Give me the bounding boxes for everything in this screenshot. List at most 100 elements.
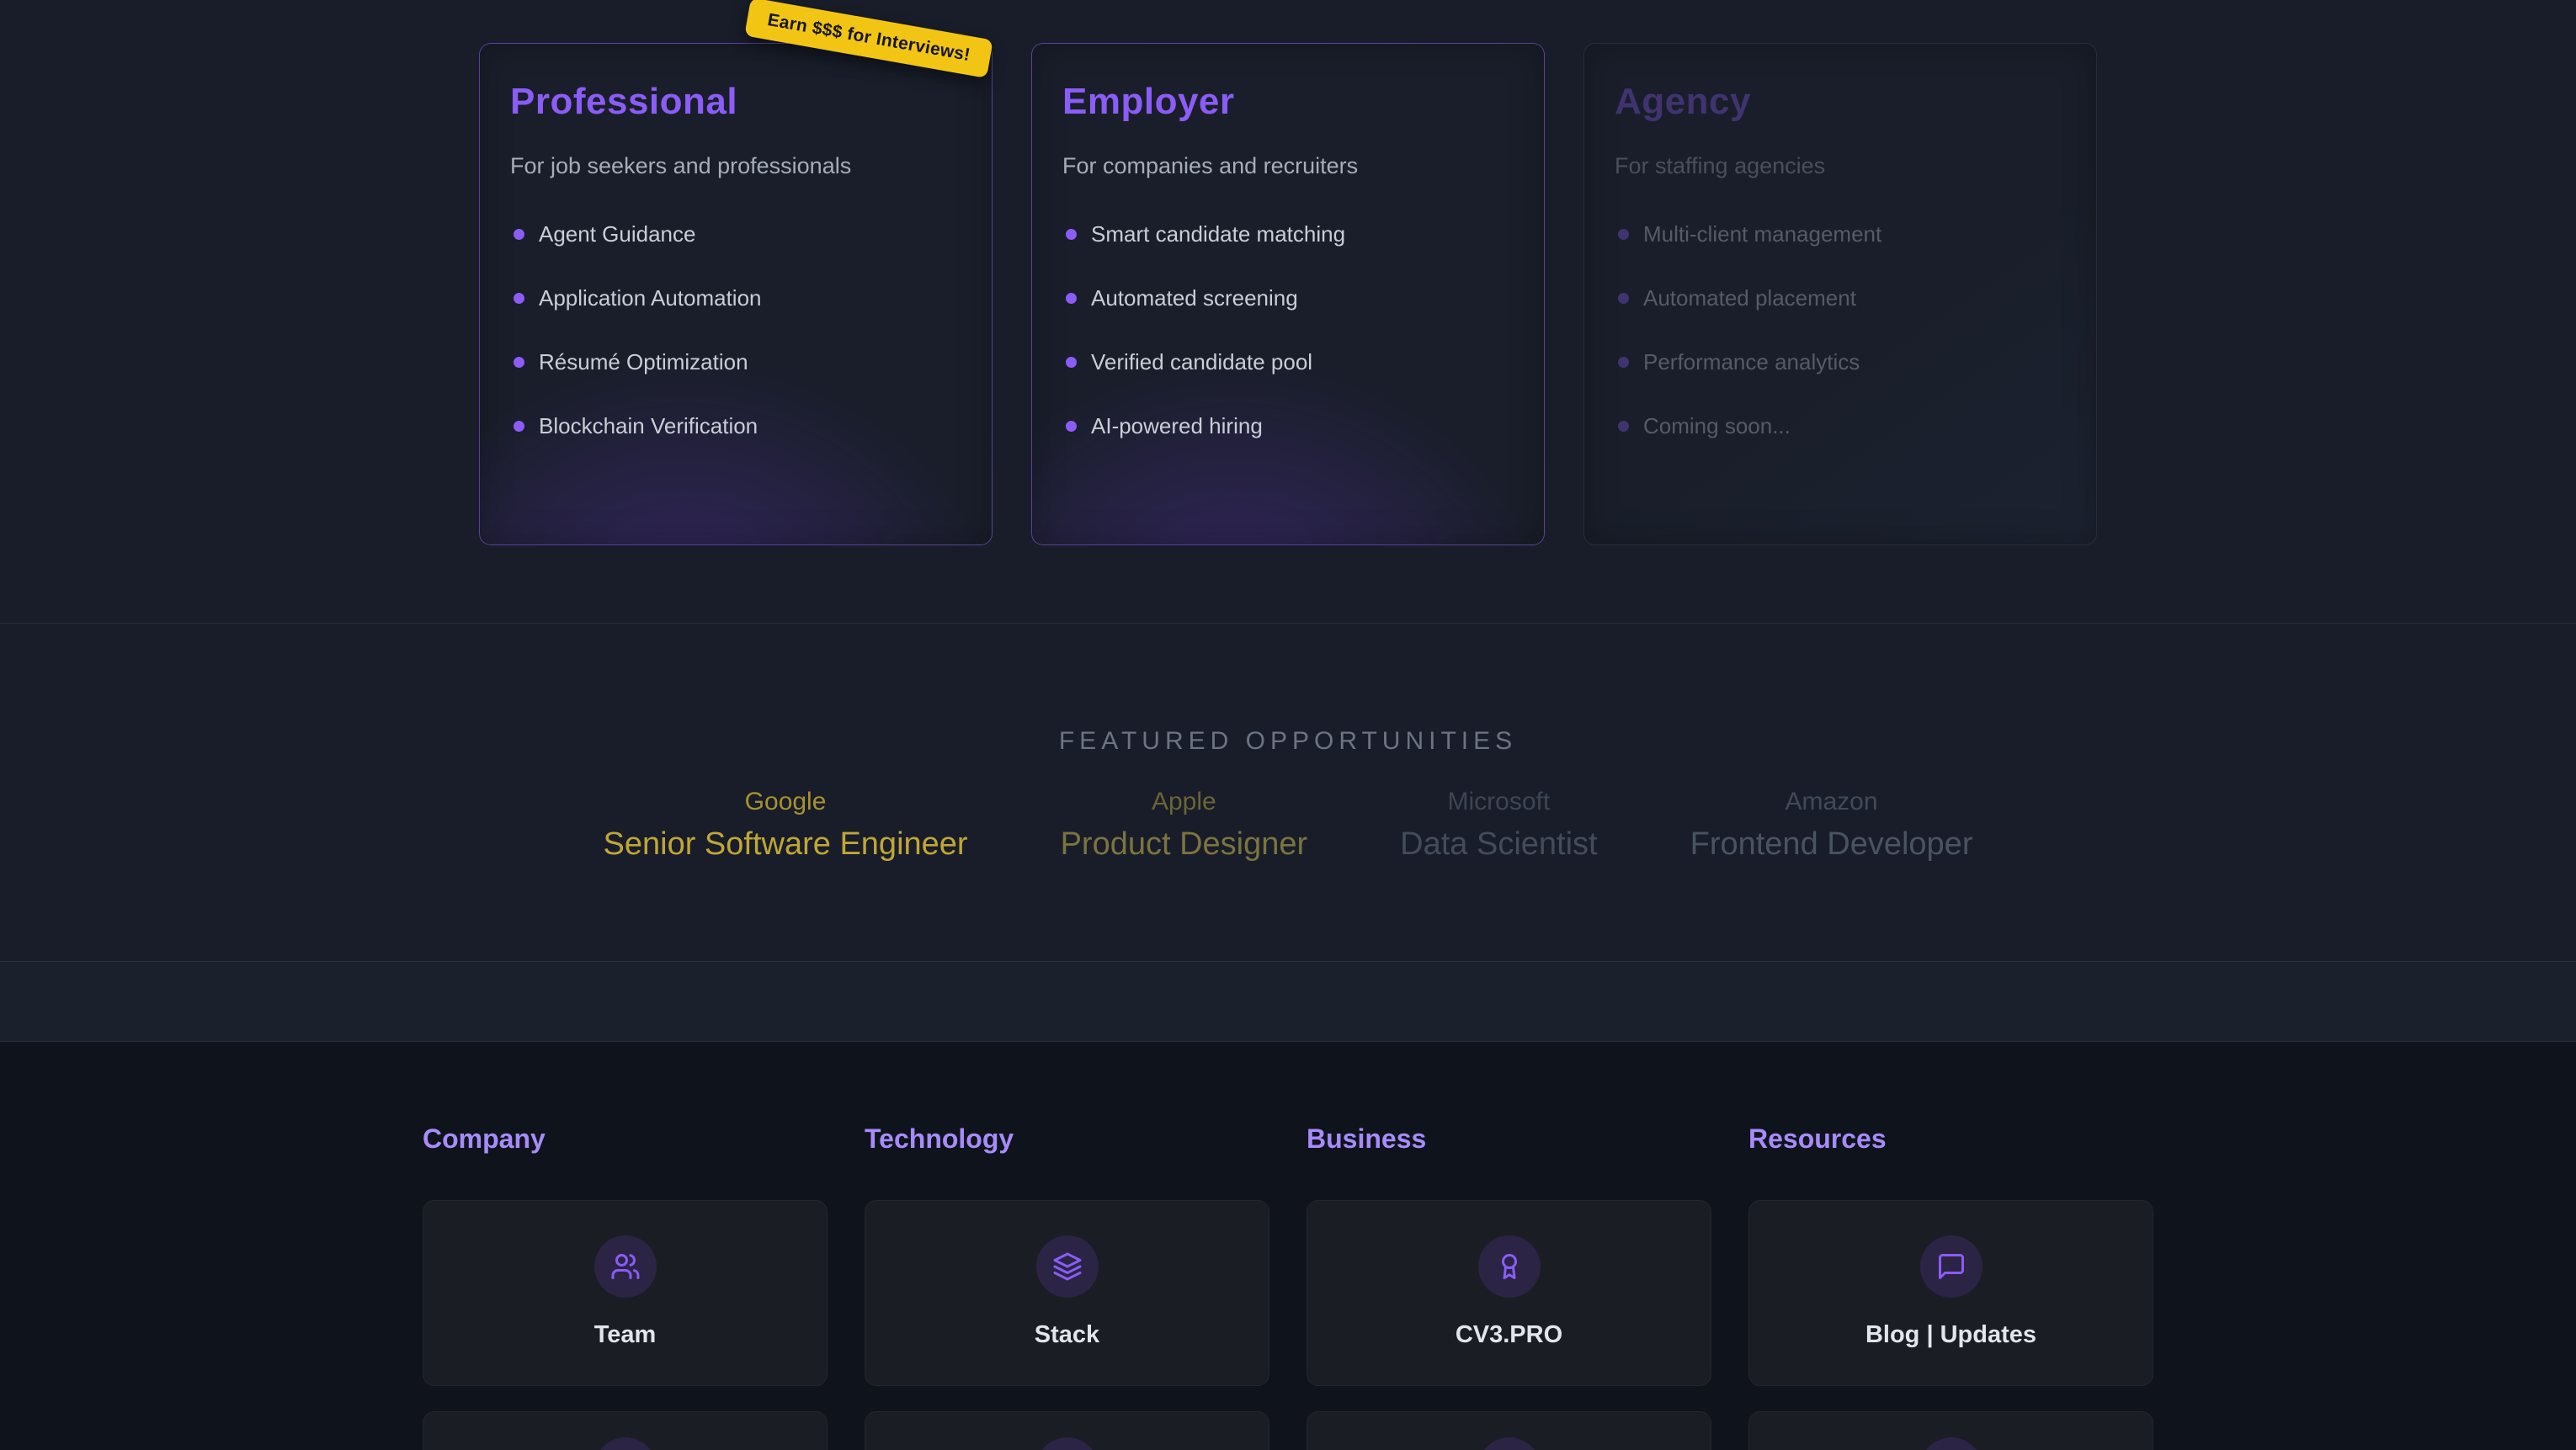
job-title: Product Designer bbox=[1061, 826, 1308, 863]
featured-opportunities-section: FEATURED OPPORTUNITIES Google Senior Soft… bbox=[0, 623, 2576, 962]
plan-feature-label: Automated placement bbox=[1643, 285, 1856, 311]
plan-feature-list: Agent Guidance Application Automation Résu… bbox=[510, 221, 961, 439]
footer-tile-partial[interactable] bbox=[1748, 1411, 2153, 1450]
tile-icon-circle bbox=[594, 1235, 657, 1298]
featured-job-apple[interactable]: Apple Product Designer bbox=[1061, 788, 1308, 863]
award-icon bbox=[1494, 1251, 1525, 1282]
plan-feature-label: Multi-client management bbox=[1643, 221, 1881, 247]
bullet-dot-icon bbox=[1618, 229, 1629, 240]
footer-column-resources: Resources Blog | Updates bbox=[1748, 1123, 2153, 1450]
bullet-dot-icon bbox=[1066, 421, 1077, 432]
plan-feature-list: Multi-client management Automated placeme… bbox=[1615, 221, 2066, 439]
plan-feature-item: Performance analytics bbox=[1618, 349, 2066, 375]
plan-feature-list: Smart candidate matching Automated screen… bbox=[1062, 221, 1514, 439]
section-spacer bbox=[0, 962, 2576, 1042]
footer: CompanyTeam Technology Stack Business CV3.PR… bbox=[0, 1042, 2576, 1450]
bullet-dot-icon bbox=[514, 293, 524, 304]
featured-job-amazon[interactable]: Amazon Frontend Developer bbox=[1690, 788, 1973, 863]
tile-icon-circle bbox=[1920, 1437, 1983, 1450]
bullet-dot-icon bbox=[514, 421, 524, 432]
bullet-dot-icon bbox=[1618, 293, 1629, 304]
job-title: Senior Software Engineer bbox=[604, 826, 968, 863]
plans-row: Professional For job seekers and professi… bbox=[0, 43, 2576, 545]
job-company-name: Amazon bbox=[1690, 788, 1973, 816]
plan-card-content: Employer For companies and recruiters Smar… bbox=[1062, 81, 1514, 544]
job-title: Frontend Developer bbox=[1690, 826, 1973, 863]
pricing-landing-page: Earn $$$ for Interviews! ProfessionalFor… bbox=[0, 0, 2576, 1450]
plan-feature-item: Blockchain Verification bbox=[514, 413, 961, 439]
footer-column-business: Business CV3.PRO bbox=[1307, 1123, 1711, 1450]
bullet-dot-icon bbox=[1618, 357, 1629, 368]
plan-feature-label: Application Automation bbox=[539, 285, 762, 311]
users-icon bbox=[610, 1251, 641, 1282]
bullet-dot-icon bbox=[1066, 229, 1077, 240]
footer-grid: CompanyTeam Technology Stack Business CV3.PR… bbox=[423, 1042, 2153, 1450]
plan-feature-item: Agent Guidance bbox=[514, 221, 961, 247]
footer-column-heading: Resources bbox=[1748, 1123, 2153, 1155]
plan-feature-item: Automated screening bbox=[1066, 285, 1514, 311]
plan-title: Employer bbox=[1062, 81, 1514, 123]
plan-card-professional: Professional For job seekers and professi… bbox=[479, 43, 993, 545]
footer-column-company: CompanyTeam bbox=[423, 1123, 828, 1450]
bullet-dot-icon bbox=[514, 229, 524, 240]
plan-feature-item: AI-powered hiring bbox=[1066, 413, 1514, 439]
job-company-name: Microsoft bbox=[1400, 788, 1597, 816]
layers-icon bbox=[1052, 1251, 1083, 1282]
footer-tile-partial[interactable] bbox=[865, 1411, 1269, 1450]
plan-card-employer: Employer For companies and recruiters Smar… bbox=[1031, 43, 1545, 545]
featured-jobs-carousel: Google Senior Software Engineer Apple Produ… bbox=[0, 788, 2576, 863]
plan-feature-item: Application Automation bbox=[514, 285, 961, 311]
plan-feature-label: Verified candidate pool bbox=[1091, 349, 1312, 375]
plan-feature-label: Blockchain Verification bbox=[539, 413, 758, 439]
tile-icon-circle bbox=[1920, 1235, 1983, 1298]
plan-feature-item: Automated placement bbox=[1618, 285, 2066, 311]
footer-tile-partial[interactable] bbox=[423, 1411, 828, 1450]
bullet-dot-icon bbox=[1618, 421, 1629, 432]
plan-feature-item: Verified candidate pool bbox=[1066, 349, 1514, 375]
plan-subtitle: For companies and recruiters bbox=[1062, 153, 1514, 179]
plan-feature-label: Smart candidate matching bbox=[1091, 221, 1345, 247]
plan-feature-item: Multi-client management bbox=[1618, 221, 2066, 247]
footer-tile-label: CV3.PRO bbox=[1456, 1321, 1562, 1349]
footer-tile-label: Team bbox=[594, 1321, 657, 1349]
plan-feature-label: Résumé Optimization bbox=[539, 349, 748, 375]
plan-feature-label: AI-powered hiring bbox=[1091, 413, 1263, 439]
plan-card-agency: Agency For staffing agencies Multi-client … bbox=[1583, 43, 2097, 545]
plans-section: Earn $$$ for Interviews! ProfessionalFor… bbox=[0, 0, 2576, 623]
footer-tile-cv3-pro[interactable]: CV3.PRO bbox=[1307, 1200, 1711, 1386]
footer-tile-team[interactable]: Team bbox=[423, 1200, 828, 1386]
tile-icon-circle bbox=[594, 1437, 657, 1450]
footer-column-technology: Technology Stack bbox=[865, 1123, 1269, 1450]
job-company-name: Apple bbox=[1061, 788, 1308, 816]
plan-subtitle: For job seekers and professionals bbox=[510, 153, 961, 179]
job-title: Data Scientist bbox=[1400, 826, 1597, 863]
plan-feature-label: Automated screening bbox=[1091, 285, 1298, 311]
bullet-dot-icon bbox=[514, 357, 524, 368]
bullet-dot-icon bbox=[1066, 357, 1077, 368]
plan-card-content: Professional For job seekers and professi… bbox=[510, 81, 961, 544]
plan-title: Agency bbox=[1615, 81, 2066, 123]
footer-tile-label: Stack bbox=[1035, 1321, 1099, 1349]
tile-icon-circle bbox=[1478, 1437, 1541, 1450]
footer-column-heading: Business bbox=[1307, 1123, 1711, 1155]
plan-card-content: Agency For staffing agencies Multi-client … bbox=[1615, 81, 2066, 544]
footer-column-heading: Technology bbox=[865, 1123, 1269, 1155]
featured-job-google[interactable]: Google Senior Software Engineer bbox=[604, 788, 968, 863]
tile-icon-circle bbox=[1036, 1235, 1099, 1298]
tile-icon-circle bbox=[1478, 1235, 1541, 1298]
featured-opportunities-heading: FEATURED OPPORTUNITIES bbox=[0, 624, 2576, 756]
plan-feature-item: Smart candidate matching bbox=[1066, 221, 1514, 247]
featured-job-microsoft[interactable]: Microsoft Data Scientist bbox=[1400, 788, 1597, 863]
plan-subtitle: For staffing agencies bbox=[1615, 153, 2066, 179]
footer-tile-partial[interactable] bbox=[1307, 1411, 1711, 1450]
plan-title: Professional bbox=[510, 81, 961, 123]
plan-feature-item: Coming soon... bbox=[1618, 413, 2066, 439]
footer-tile-label: Blog | Updates bbox=[1865, 1321, 2036, 1349]
tile-icon-circle bbox=[1036, 1437, 1099, 1450]
plan-feature-label: Performance analytics bbox=[1643, 349, 1860, 375]
job-company-name: Google bbox=[604, 788, 968, 816]
footer-tile-stack[interactable]: Stack bbox=[865, 1200, 1269, 1386]
bullet-dot-icon bbox=[1066, 293, 1077, 304]
plan-feature-label: Agent Guidance bbox=[539, 221, 695, 247]
footer-tile-blog-updates[interactable]: Blog | Updates bbox=[1748, 1200, 2153, 1386]
